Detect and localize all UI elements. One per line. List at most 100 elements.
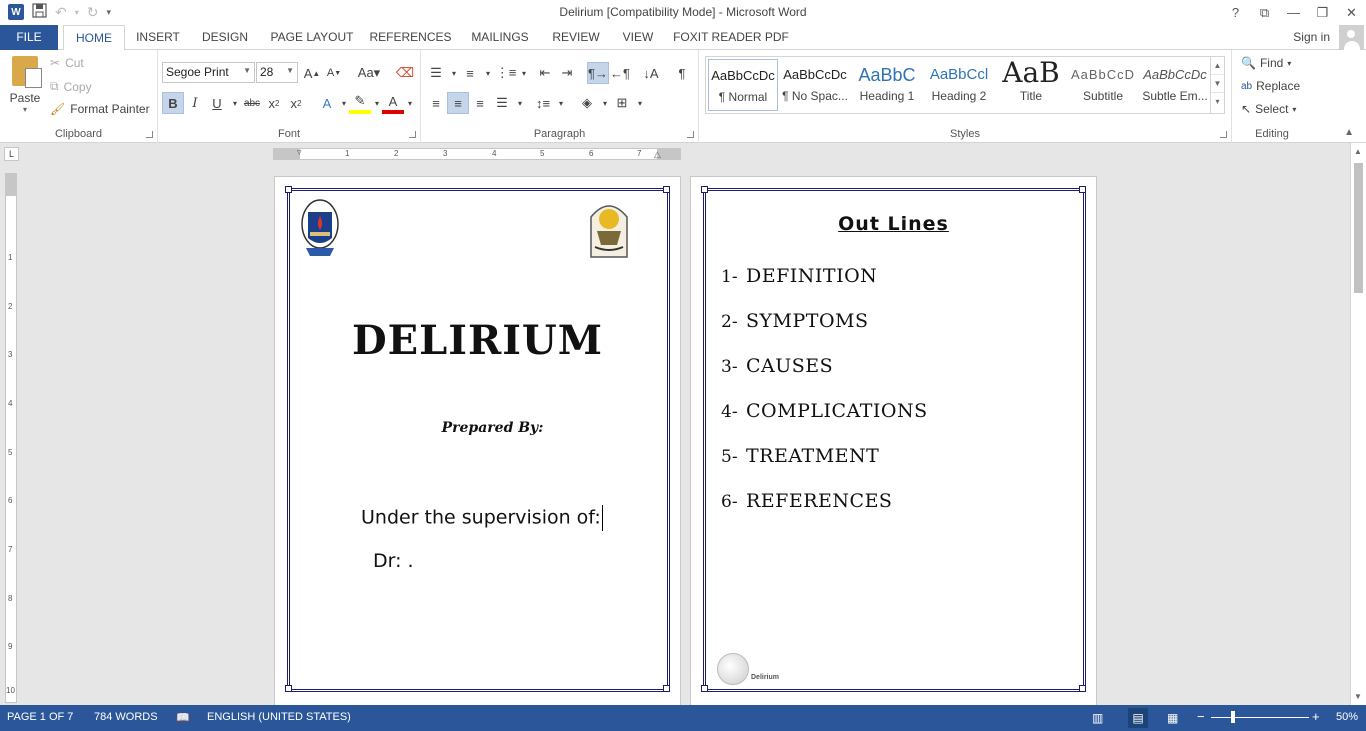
paragraph-group-label: Paragraph bbox=[533, 128, 586, 140]
language-indicator[interactable]: ENGLISH (UNITED STATES) bbox=[207, 711, 351, 723]
line-spacing-dropdown-icon[interactable]: ▾ bbox=[550, 92, 572, 114]
scrollbar-thumb[interactable] bbox=[1354, 163, 1363, 293]
first-line-indent-marker-icon[interactable]: ▿ bbox=[297, 147, 302, 158]
user-avatar-icon[interactable] bbox=[1339, 25, 1364, 50]
tab-home[interactable]: HOME bbox=[63, 25, 125, 51]
ribbon-display-options-button[interactable]: ⧉ bbox=[1250, 0, 1279, 25]
vertical-ruler[interactable]: 1 2 3 4 5 6 7 8 9 10 bbox=[5, 173, 17, 703]
replace-button[interactable]: ab Replace bbox=[1241, 79, 1300, 93]
style-name: ¶ No Spac... bbox=[782, 89, 848, 103]
gallery-scroll-up-icon[interactable]: ▲ bbox=[1211, 57, 1224, 75]
align-right-icon[interactable]: ≡ bbox=[469, 92, 491, 114]
scroll-down-icon[interactable]: ▼ bbox=[1354, 692, 1362, 701]
justify-dropdown-icon[interactable]: ▾ bbox=[509, 92, 531, 114]
grow-font-button[interactable]: A ▲ bbox=[301, 62, 323, 84]
strikethrough-button[interactable]: abc bbox=[241, 92, 263, 114]
italic-button[interactable]: I bbox=[184, 92, 206, 114]
clipboard-dialog-launcher-icon[interactable] bbox=[146, 131, 153, 138]
find-button[interactable]: 🔍 Find ▾ bbox=[1241, 56, 1291, 70]
outline-number: 5- bbox=[721, 447, 738, 467]
format-painter-button[interactable]: 🖌 Format Painter bbox=[50, 102, 150, 116]
align-center-icon[interactable]: ≡ bbox=[447, 92, 469, 114]
proofing-icon[interactable]: 📖 bbox=[176, 711, 190, 724]
gallery-more-icon[interactable]: ▾ bbox=[1211, 93, 1224, 111]
outline-item: 4- COMPLICATIONS bbox=[721, 400, 928, 445]
shrink-font-button[interactable]: A ▼ bbox=[323, 62, 345, 84]
clear-formatting-icon[interactable]: ⌫ bbox=[394, 62, 416, 84]
rtl-direction-icon[interactable]: ←¶ bbox=[609, 62, 631, 84]
print-layout-icon[interactable]: ▤ bbox=[1128, 708, 1148, 728]
tab-foxit-reader-pdf[interactable]: FOXIT READER PDF bbox=[673, 25, 789, 50]
tab-selector-icon[interactable]: L bbox=[4, 147, 19, 161]
editing-group-label: Editing bbox=[1255, 128, 1289, 140]
show-formatting-marks-icon[interactable]: ¶ bbox=[671, 62, 693, 84]
select-button[interactable]: ↖ Select ▾ bbox=[1241, 102, 1296, 116]
maximize-button[interactable]: ❐ bbox=[1308, 0, 1337, 25]
styles-dialog-launcher-icon[interactable] bbox=[1220, 131, 1227, 138]
tab-page-layout[interactable]: PAGE LAYOUT bbox=[267, 25, 357, 50]
word-count[interactable]: 784 WORDS bbox=[94, 711, 158, 723]
zoom-level[interactable]: 50% bbox=[1336, 711, 1358, 723]
tab-file[interactable]: FILE bbox=[0, 25, 58, 50]
tab-design[interactable]: DESIGN bbox=[197, 25, 253, 50]
ltr-direction-icon[interactable]: ¶→ bbox=[587, 62, 609, 84]
style-subtitle[interactable]: AaBbCcD Subtitle bbox=[1068, 59, 1138, 111]
font-family-select[interactable]: Segoe Print ▼ bbox=[162, 62, 255, 83]
document-page-1[interactable]: DELIRIUM Prepared By: Under the supervis… bbox=[274, 176, 681, 705]
styles-gallery-scroll: ▲ ▼ ▾ bbox=[1210, 57, 1224, 113]
zoom-slider-thumb[interactable] bbox=[1231, 711, 1235, 723]
tab-view[interactable]: VIEW bbox=[617, 25, 659, 50]
zoom-slider[interactable] bbox=[1211, 717, 1309, 718]
collapse-ribbon-icon[interactable]: ▲ bbox=[1344, 127, 1354, 138]
scroll-up-icon[interactable]: ▲ bbox=[1354, 147, 1362, 156]
help-button[interactable]: ? bbox=[1221, 0, 1250, 25]
style-normal[interactable]: AaBbCcDc ¶ Normal bbox=[708, 59, 778, 111]
change-case-button[interactable]: Aa▾ bbox=[354, 62, 384, 84]
find-dropdown-icon: ▾ bbox=[1287, 58, 1292, 68]
superscript-button[interactable]: x2 bbox=[285, 92, 307, 114]
style-subtle-emphasis[interactable]: AaBbCcDc Subtle Em... bbox=[1140, 59, 1210, 111]
borders-dropdown-icon[interactable]: ▾ bbox=[629, 92, 651, 114]
document-page-2[interactable]: Out Lines 1- DEFINITION 2- SYMPTOMS 3- CAUS… bbox=[690, 176, 1097, 705]
paragraph-group: ☰ ▾ ≡ ▾ ⋮≡ ▾ ⇤ ⇥ ¶→ ←¶ ↓A ¶ ≡ ≡ ≡ ☰ ▾ ↕≡… bbox=[421, 50, 699, 143]
font-size-select[interactable]: 28 ▼ bbox=[256, 62, 298, 83]
close-button[interactable]: ✕ bbox=[1337, 0, 1366, 25]
page-count[interactable]: PAGE 1 OF 7 bbox=[7, 711, 73, 723]
copy-button[interactable]: ⧉ Copy bbox=[50, 79, 92, 94]
horizontal-ruler[interactable]: 1 2 3 4 5 6 7 ▿ △ bbox=[273, 147, 681, 160]
gallery-scroll-down-icon[interactable]: ▼ bbox=[1211, 75, 1224, 93]
paragraph-dialog-launcher-icon[interactable] bbox=[687, 131, 694, 138]
paste-button[interactable]: Paste ▾ bbox=[6, 56, 44, 114]
style-heading-2[interactable]: AaBbCcl Heading 2 bbox=[924, 59, 994, 111]
tab-insert[interactable]: INSERT bbox=[133, 25, 183, 50]
cut-button[interactable]: ✂ Cut bbox=[50, 56, 84, 70]
style-no-spacing[interactable]: AaBbCcDc ¶ No Spac... bbox=[780, 59, 850, 111]
font-color-dropdown-icon[interactable]: ▾ bbox=[399, 92, 421, 114]
style-title[interactable]: AaB Title bbox=[996, 59, 1066, 111]
subscript-button[interactable]: x2 bbox=[263, 92, 285, 114]
font-dialog-launcher-icon[interactable] bbox=[409, 131, 416, 138]
tab-mailings[interactable]: MAILINGS bbox=[465, 25, 535, 50]
minimize-button[interactable]: — bbox=[1279, 0, 1308, 25]
bold-button[interactable]: B bbox=[162, 92, 184, 114]
style-name: Subtitle bbox=[1082, 89, 1124, 103]
multilevel-dropdown-icon[interactable]: ▾ bbox=[513, 62, 535, 84]
read-mode-icon[interactable]: ▥ bbox=[1092, 711, 1103, 725]
styles-group-label: Styles bbox=[950, 128, 980, 140]
decrease-indent-icon[interactable]: ⇤ bbox=[534, 62, 556, 84]
ruler-number: 5 bbox=[8, 448, 13, 457]
web-layout-icon[interactable]: ▦ bbox=[1167, 711, 1178, 725]
increase-indent-icon[interactable]: ⇥ bbox=[556, 62, 578, 84]
zoom-in-icon[interactable]: + bbox=[1312, 709, 1320, 724]
style-heading-1[interactable]: AaBbC Heading 1 bbox=[852, 59, 922, 111]
outline-text: COMPLICATIONS bbox=[746, 400, 928, 422]
tab-review[interactable]: REVIEW bbox=[548, 25, 604, 50]
zoom-out-icon[interactable]: − bbox=[1197, 709, 1205, 724]
sort-icon[interactable]: ↓A bbox=[640, 62, 662, 84]
vertical-scrollbar[interactable]: ▲ ▼ bbox=[1350, 143, 1366, 705]
status-bar: PAGE 1 OF 7 784 WORDS 📖 ENGLISH (UNITED … bbox=[0, 705, 1366, 731]
align-left-icon[interactable]: ≡ bbox=[425, 92, 447, 114]
sign-in-link[interactable]: Sign in bbox=[1293, 30, 1330, 44]
right-indent-marker-icon[interactable]: △ bbox=[654, 149, 661, 160]
tab-references[interactable]: REFERENCES bbox=[369, 25, 452, 50]
